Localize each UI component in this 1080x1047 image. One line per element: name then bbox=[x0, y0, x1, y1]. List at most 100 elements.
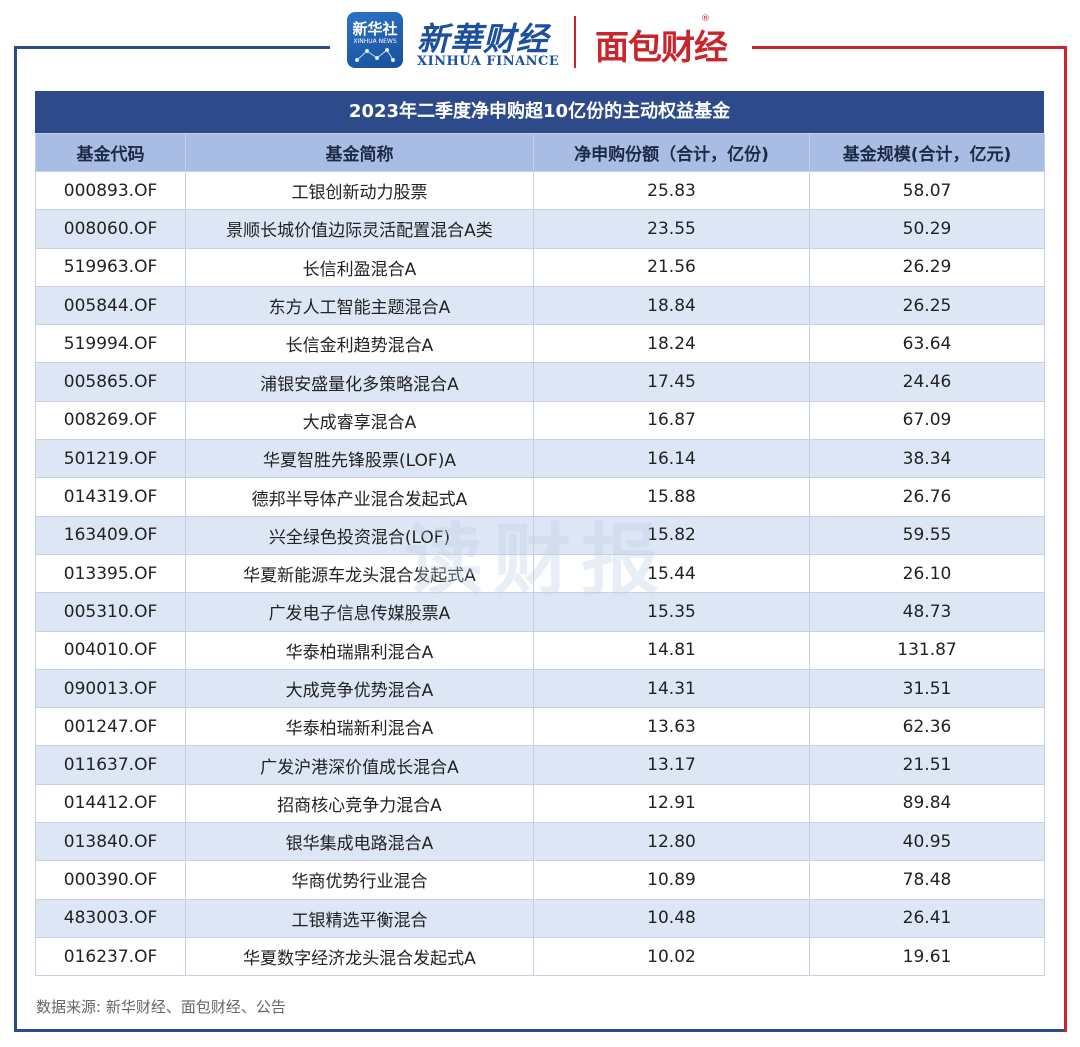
xinhua-logo-text: 新华社 bbox=[352, 20, 398, 38]
cell-fund-code: 519994.OF bbox=[35, 324, 186, 364]
logo-divider bbox=[574, 16, 576, 68]
table-body: 000893.OF 工银创新动力股票 25.83 58.07 008060.OF 景顺长城… bbox=[35, 170, 1045, 977]
cell-fund-size: 31.51 bbox=[809, 668, 1045, 709]
cell-fund-code: 008060.OF bbox=[35, 209, 186, 249]
brand-header: 新华社 XINHUA NEWS 新華财经 XINHUA FINANCE 面包财经… bbox=[345, 10, 745, 74]
cell-fund-name: 广发沪港深价值成长混合A bbox=[185, 745, 534, 785]
xinhua-logo-subtext: XINHUA NEWS bbox=[353, 38, 397, 45]
table-title: 2023年二季度净申购超10亿份的主动权益基金 bbox=[35, 91, 1044, 133]
table-row: 016237.OF 华夏数字经济龙头混合发起式A 10.02 19.61 bbox=[35, 936, 1045, 977]
cell-fund-size: 48.73 bbox=[809, 592, 1045, 632]
cell-fund-name: 德邦半导体产业混合发起式A bbox=[185, 477, 534, 517]
cell-net-subscription: 12.91 bbox=[533, 783, 810, 824]
cell-fund-name: 招商核心竞争力混合A bbox=[185, 783, 534, 824]
cell-fund-code: 090013.OF bbox=[35, 668, 186, 709]
table-row: 000390.OF 华商优势行业混合 10.89 78.48 bbox=[35, 860, 1045, 900]
cell-fund-name: 浦银安盛量化多策略混合A bbox=[185, 362, 534, 402]
table-row: 005844.OF 东方人工智能主题混合A 18.84 26.25 bbox=[35, 285, 1045, 326]
cell-fund-name: 华泰柏瑞鼎利混合A bbox=[185, 630, 534, 670]
fund-table-container: 2023年二季度净申购超10亿份的主动权益基金 基金代码 基金简称 净申购份额（… bbox=[35, 91, 1045, 977]
cell-fund-name: 华夏智胜先锋股票(LOF)A bbox=[185, 439, 534, 479]
cell-fund-name: 大成竞争优势混合A bbox=[185, 668, 534, 709]
cell-fund-size: 59.55 bbox=[809, 515, 1045, 555]
mianbao-finance-logo: 面包财经 bbox=[595, 28, 728, 68]
cell-net-subscription: 16.87 bbox=[533, 400, 810, 441]
table-row: 013395.OF 华夏新能源车龙头混合发起式A 15.44 26.10 bbox=[35, 553, 1045, 594]
table-row: 483003.OF 工银精选平衡混合 10.48 26.41 bbox=[35, 898, 1045, 938]
table-row: 014319.OF 德邦半导体产业混合发起式A 15.88 26.76 bbox=[35, 477, 1045, 517]
cell-fund-size: 21.51 bbox=[809, 745, 1045, 785]
cell-fund-code: 014319.OF bbox=[35, 477, 186, 517]
table-row: 014412.OF 招商核心竞争力混合A 12.91 89.84 bbox=[35, 783, 1045, 824]
cell-fund-code: 005844.OF bbox=[35, 285, 186, 326]
table-row: 005310.OF 广发电子信息传媒股票A 15.35 48.73 bbox=[35, 592, 1045, 632]
cell-net-subscription: 17.45 bbox=[533, 362, 810, 402]
cell-net-subscription: 23.55 bbox=[533, 209, 810, 249]
frame-line-right bbox=[1064, 46, 1067, 1032]
cell-fund-size: 50.29 bbox=[809, 209, 1045, 249]
cell-fund-size: 19.61 bbox=[809, 936, 1045, 977]
cell-net-subscription: 14.81 bbox=[533, 630, 810, 670]
cell-net-subscription: 14.31 bbox=[533, 668, 810, 709]
cell-fund-name: 兴全绿色投资混合(LOF) bbox=[185, 515, 534, 555]
table-row: 000893.OF 工银创新动力股票 25.83 58.07 bbox=[35, 170, 1045, 211]
cell-fund-code: 013840.OF bbox=[35, 822, 186, 862]
cell-fund-code: 000390.OF bbox=[35, 860, 186, 900]
cell-fund-code: 008269.OF bbox=[35, 400, 186, 441]
cell-fund-name: 东方人工智能主题混合A bbox=[185, 285, 534, 326]
table-row: 011637.OF 广发沪港深价值成长混合A 13.17 21.51 bbox=[35, 745, 1045, 785]
frame-line-right-top bbox=[752, 46, 1067, 49]
cell-fund-size: 62.36 bbox=[809, 707, 1045, 747]
cell-fund-code: 005310.OF bbox=[35, 592, 186, 632]
cell-fund-size: 24.46 bbox=[809, 362, 1045, 402]
cell-fund-name: 华夏数字经济龙头混合发起式A bbox=[185, 936, 534, 977]
table-header-row: 基金代码 基金简称 净申购份额（合计，亿份) 基金规模(合计，亿元) bbox=[35, 133, 1045, 172]
cell-fund-code: 001247.OF bbox=[35, 707, 186, 747]
cell-net-subscription: 15.35 bbox=[533, 592, 810, 632]
cell-fund-size: 131.87 bbox=[809, 630, 1045, 670]
data-source-note: 数据来源: 新华财经、面包财经、公告 bbox=[36, 998, 286, 1016]
cell-net-subscription: 15.82 bbox=[533, 515, 810, 555]
cell-fund-code: 163409.OF bbox=[35, 515, 186, 555]
cell-fund-size: 40.95 bbox=[809, 822, 1045, 862]
cell-net-subscription: 12.80 bbox=[533, 822, 810, 862]
cell-fund-code: 011637.OF bbox=[35, 745, 186, 785]
cell-net-subscription: 10.89 bbox=[533, 860, 810, 900]
cell-fund-size: 26.29 bbox=[809, 247, 1045, 287]
table-row: 090013.OF 大成竞争优势混合A 14.31 31.51 bbox=[35, 668, 1045, 709]
cell-fund-name: 长信金利趋势混合A bbox=[185, 324, 534, 364]
table-row: 519963.OF 长信利盈混合A 21.56 26.29 bbox=[35, 247, 1045, 287]
cell-fund-size: 26.10 bbox=[809, 553, 1045, 594]
network-icon bbox=[354, 47, 396, 63]
cell-net-subscription: 13.17 bbox=[533, 745, 810, 785]
cell-fund-size: 63.64 bbox=[809, 324, 1045, 364]
cell-net-subscription: 10.02 bbox=[533, 936, 810, 977]
cell-fund-code: 501219.OF bbox=[35, 439, 186, 479]
cell-net-subscription: 15.44 bbox=[533, 553, 810, 594]
column-header-net-subscription: 净申购份额（合计，亿份) bbox=[533, 133, 810, 172]
cell-fund-name: 华商优势行业混合 bbox=[185, 860, 534, 900]
cell-net-subscription: 15.88 bbox=[533, 477, 810, 517]
cell-net-subscription: 25.83 bbox=[533, 170, 810, 211]
cell-fund-size: 67.09 bbox=[809, 400, 1045, 441]
cell-fund-size: 78.48 bbox=[809, 860, 1045, 900]
cell-fund-size: 38.34 bbox=[809, 439, 1045, 479]
fund-table: 基金代码 基金简称 净申购份额（合计，亿份) 基金规模(合计，亿元) 00089… bbox=[35, 133, 1045, 977]
cell-net-subscription: 10.48 bbox=[533, 898, 810, 938]
cell-fund-name: 华泰柏瑞新利混合A bbox=[185, 707, 534, 747]
registered-mark: ® bbox=[701, 14, 710, 24]
cell-net-subscription: 16.14 bbox=[533, 439, 810, 479]
cell-fund-name: 银华集成电路混合A bbox=[185, 822, 534, 862]
column-header-fund-code: 基金代码 bbox=[35, 133, 186, 172]
table-row: 005865.OF 浦银安盛量化多策略混合A 17.45 24.46 bbox=[35, 362, 1045, 402]
cell-fund-size: 89.84 bbox=[809, 783, 1045, 824]
frame-line-left bbox=[14, 46, 17, 1032]
cell-fund-name: 工银创新动力股票 bbox=[185, 170, 534, 211]
cell-fund-name: 大成睿享混合A bbox=[185, 400, 534, 441]
table-row: 519994.OF 长信金利趋势混合A 18.24 63.64 bbox=[35, 324, 1045, 364]
table-row: 004010.OF 华泰柏瑞鼎利混合A 14.81 131.87 bbox=[35, 630, 1045, 670]
cell-fund-code: 014412.OF bbox=[35, 783, 186, 824]
cell-fund-name: 广发电子信息传媒股票A bbox=[185, 592, 534, 632]
cell-fund-code: 016237.OF bbox=[35, 936, 186, 977]
cell-fund-code: 013395.OF bbox=[35, 553, 186, 594]
